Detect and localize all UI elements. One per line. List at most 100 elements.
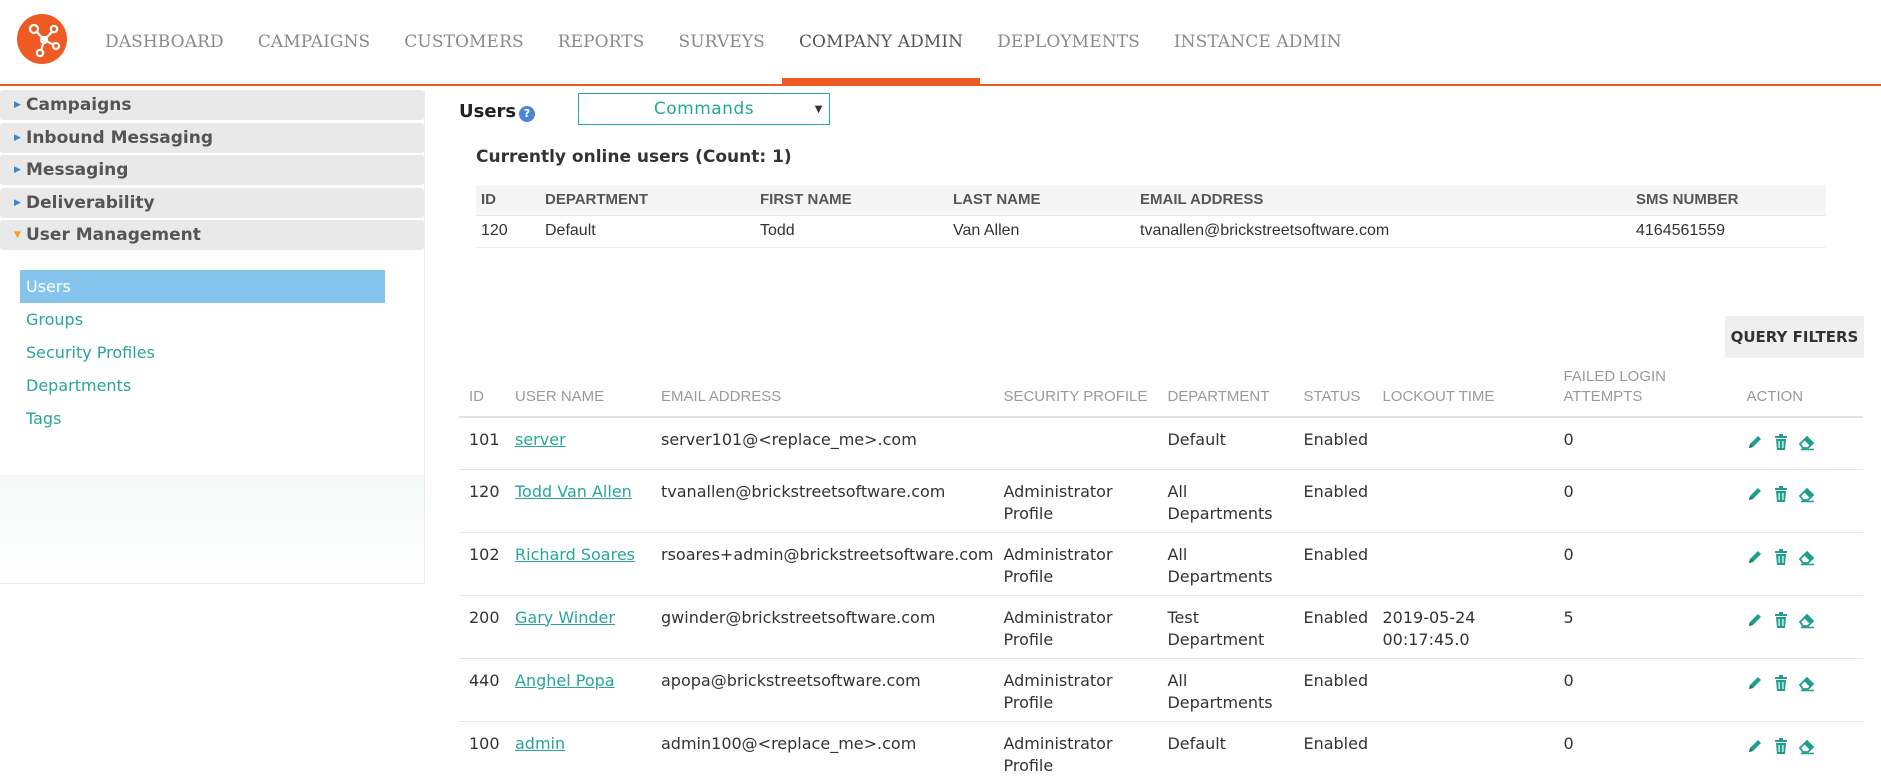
online-col-email-address: EMAIL ADDRESS [1135,185,1631,215]
user-cell-status: Enabled [1293,469,1373,533]
sidebar-section-inbound-messaging[interactable]: ▶ Inbound Messaging [0,122,424,153]
user-cell-email: gwinder@brickstreetsoftware.com [651,595,994,659]
users-col-security-profile[interactable]: SECURITY PROFILE [993,363,1158,418]
trash-icon[interactable] [1772,433,1792,453]
sidebar-section-label: Inbound Messaging [26,127,213,148]
user-cell-id: 102 [459,532,505,596]
users-col-action[interactable]: ACTION [1736,363,1863,418]
online-users-header-row: ID DEPARTMENT FIRST NAME LAST NAME EMAIL ADD… [476,185,1826,215]
brand-logo-icon[interactable] [17,14,67,64]
online-cell-sms-number: 4164561559 [1631,214,1826,248]
user-cell-email: admin100@<replace_me>.com [651,721,994,783]
user-name-link[interactable]: Todd Van Allen [515,482,632,501]
pencil-icon[interactable] [1746,433,1766,453]
sidebar-section-deliverability[interactable]: ▶ Deliverability [0,187,424,218]
user-cell-failed: 5 [1553,595,1737,659]
caret-right-icon: ▶ [14,132,21,143]
user-row: 120 Todd Van Allen tvanallen@brickstreetso… [459,469,1863,533]
caret-right-icon: ▶ [14,165,21,175]
users-table: ID USER NAME EMAIL ADDRESS SECURITY PROFILE… [459,363,1863,783]
commands-dropdown[interactable]: Commands ▼ [578,93,830,125]
nav-item-customers[interactable]: CUSTOMERS [387,0,540,84]
eraser-icon[interactable] [1798,674,1818,694]
user-cell-department: All Departments [1157,469,1294,533]
eraser-icon[interactable] [1798,548,1818,568]
nav-item-dashboard[interactable]: DASHBOARD [88,0,241,84]
online-cell-email-address: tvanallen@brickstreetsoftware.com [1135,214,1631,248]
online-cell-last-name: Van Allen [948,214,1135,248]
user-name-link[interactable]: Richard Soares [515,545,635,564]
sidebar-link-security-profiles[interactable]: Security Profiles [20,336,424,369]
user-name-link[interactable]: server [515,430,566,449]
pencil-icon[interactable] [1746,737,1766,757]
pencil-icon[interactable] [1746,674,1766,694]
online-cell-first-name: Todd [755,214,948,248]
user-cell-email: server101@<replace_me>.com [651,417,994,470]
user-cell-action [1736,417,1863,470]
eraser-icon[interactable] [1798,485,1818,505]
trash-icon[interactable] [1772,674,1792,694]
user-name-link[interactable]: Anghel Popa [515,671,615,690]
user-cell-status: Enabled [1293,417,1373,470]
nav-item-campaigns[interactable]: CAMPAIGNS [241,0,388,84]
sidebar-section-user-management[interactable]: ▼ User Management [0,220,424,250]
users-col-status[interactable]: STATUS [1293,363,1373,418]
sidebar-link-users[interactable]: Users [20,269,385,303]
eraser-icon[interactable] [1798,611,1818,631]
row-actions [1746,733,1863,757]
sidebar-link-departments[interactable]: Departments [20,369,424,402]
trash-icon[interactable] [1772,485,1792,505]
page-title: Users [459,101,517,122]
users-body: 101 server server101@<replace_me>.com Defau… [459,417,1863,783]
pencil-icon[interactable] [1746,485,1766,505]
user-cell-profile [993,417,1158,470]
trash-icon[interactable] [1772,548,1792,568]
sidebar-sections: ▶ Campaigns ▶ Inbound Messaging ▶ Messaging ▶ D… [0,90,424,250]
user-cell-id: 100 [459,721,505,783]
user-cell-id: 120 [459,469,505,533]
nav-item-deployments[interactable]: DEPLOYMENTS [980,0,1157,84]
sidebar-section-messaging[interactable]: ▶ Messaging [0,155,424,185]
nav-item-reports[interactable]: REPORTS [541,0,662,84]
chevron-down-icon: ▼ [814,104,823,115]
user-cell-username: Todd Van Allen [505,469,651,533]
eraser-icon[interactable] [1798,737,1818,757]
nav-item-company-admin[interactable]: COMPANY ADMIN [781,0,981,86]
online-col-department: DEPARTMENT [540,185,755,215]
users-col-department[interactable]: DEPARTMENT [1157,363,1294,418]
nav-item-instance-admin[interactable]: INSTANCE ADMIN [1157,0,1359,84]
trash-icon[interactable] [1772,611,1792,631]
users-col-id[interactable]: ID [459,363,505,418]
caret-down-icon: ▼ [14,230,21,240]
user-cell-lockout [1372,532,1554,596]
query-filters-button[interactable]: QUERY FILTERS [1725,316,1864,358]
trash-icon[interactable] [1772,737,1792,757]
user-cell-failed: 0 [1553,469,1737,533]
users-col-failed-login-attempts[interactable]: FAILED LOGIN ATTEMPTS [1553,363,1737,418]
user-name-link[interactable]: Gary Winder [515,608,615,627]
eraser-icon[interactable] [1798,433,1818,453]
help-icon[interactable]: ? [519,106,535,122]
sidebar-section-campaigns[interactable]: ▶ Campaigns [0,90,424,120]
pencil-icon[interactable] [1746,548,1766,568]
sidebar-link-tags[interactable]: Tags [20,402,424,435]
commands-label: Commands [653,99,755,119]
pencil-icon[interactable] [1746,611,1766,631]
user-cell-department: Test Department [1157,595,1294,659]
user-name-link[interactable]: admin [515,734,565,753]
user-cell-status: Enabled [1293,721,1373,783]
users-col-email-address[interactable]: EMAIL ADDRESS [651,363,994,418]
online-col-first-name: FIRST NAME [755,185,948,215]
user-row: 440 Anghel Popa apopa@brickstreetsoftware.… [459,658,1863,722]
users-col-lockout-time[interactable]: LOCKOUT TIME [1372,363,1554,418]
user-cell-username: Richard Soares [505,532,651,596]
user-cell-username: server [505,417,651,470]
nav-item-surveys[interactable]: SURVEYS [662,0,782,84]
online-users-table: ID DEPARTMENT FIRST NAME LAST NAME EMAIL ADD… [476,185,1826,248]
sidebar-section-label: Deliverability [26,192,155,213]
users-col-user-name[interactable]: USER NAME [505,363,651,418]
sidebar-link-groups[interactable]: Groups [20,303,424,336]
user-cell-lockout [1372,658,1554,722]
user-cell-action [1736,469,1863,533]
user-cell-lockout [1372,417,1554,470]
